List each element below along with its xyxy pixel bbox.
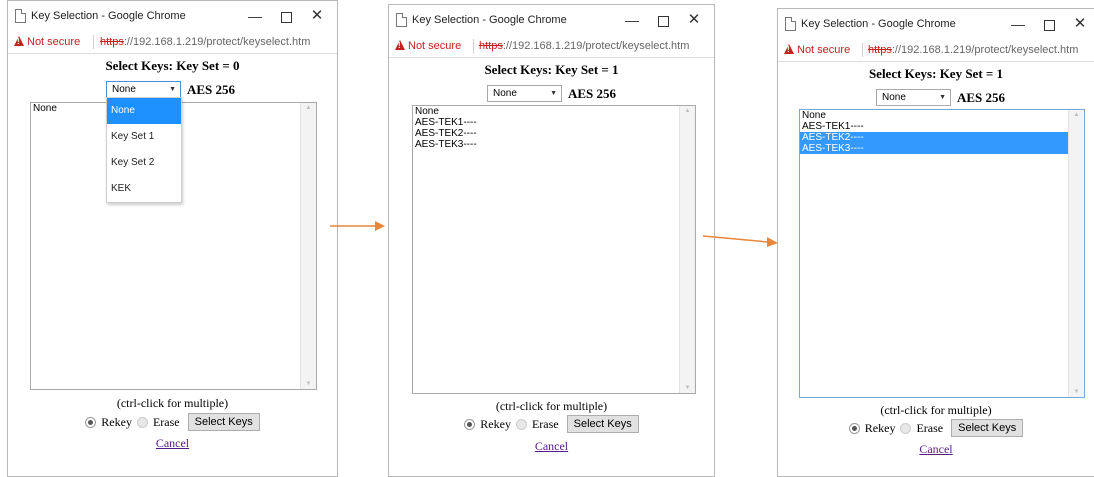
- dropdown-option[interactable]: None: [107, 98, 181, 124]
- dropdown-option[interactable]: Key Set 1: [107, 124, 181, 150]
- dropdown-option[interactable]: Key Set 2: [107, 150, 181, 176]
- key-set-dropdown-menu: None Key Set 1 Key Set 2 KEK: [106, 97, 182, 203]
- flow-arrows: [330, 221, 778, 247]
- dropdown-option[interactable]: KEK: [107, 176, 181, 202]
- arrow-icon: [702, 235, 778, 247]
- arrow-icon: [330, 221, 385, 231]
